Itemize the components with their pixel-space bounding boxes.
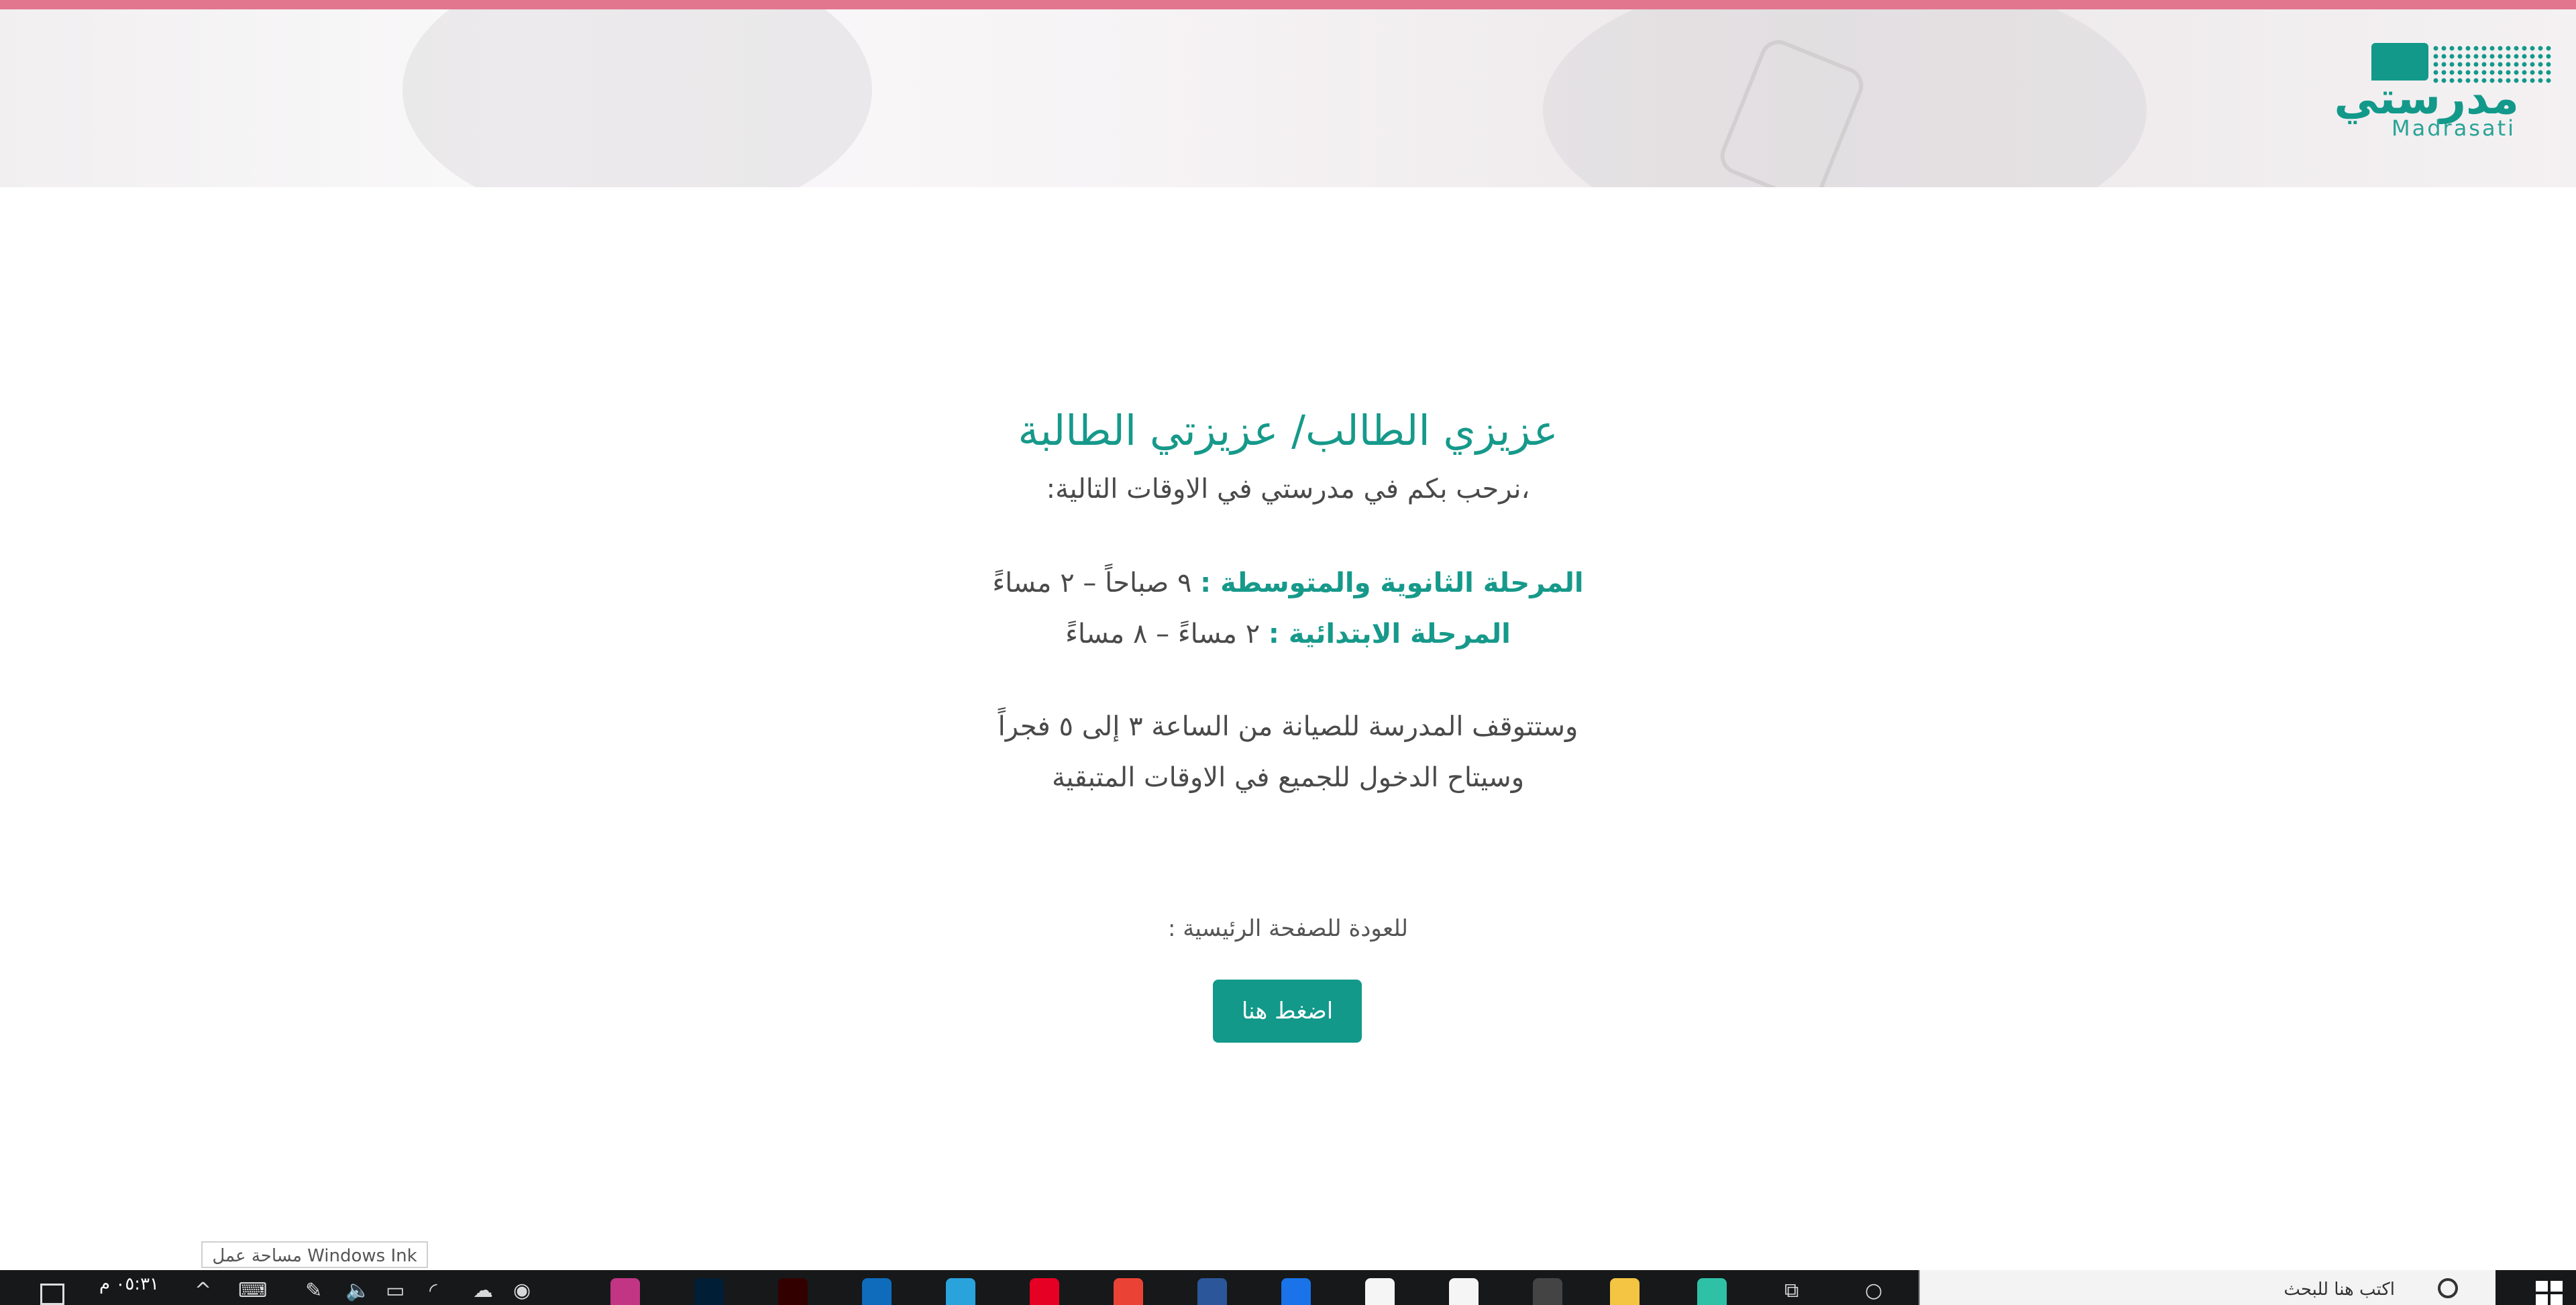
illustrator-icon[interactable] xyxy=(778,1278,808,1305)
network-icon[interactable]: ◜ xyxy=(429,1277,437,1305)
access-notice: وسيتاح الدخول للجميع في الاوقات المتبقية xyxy=(1051,762,1525,793)
schedule-primary-label: المرحلة الابتدائية : xyxy=(1268,619,1511,649)
schedule-secondary-label: المرحلة الثانوية والمتوسطة : xyxy=(1200,568,1584,598)
security-icon[interactable]: ◉ xyxy=(513,1277,531,1305)
click-here-button[interactable]: اضغط هنا xyxy=(1213,980,1362,1043)
battery-icon[interactable]: ▭ xyxy=(386,1277,405,1305)
cloud-icon[interactable]: ☁ xyxy=(473,1277,493,1305)
volume-icon[interactable]: 🔈 xyxy=(345,1277,370,1305)
schedule-primary: المرحلة الابتدائية : ٢ مساءً – ٨ مساءً xyxy=(805,614,1771,654)
chrome-icon[interactable] xyxy=(1114,1278,1143,1305)
task-view-icon[interactable]: ⧉ xyxy=(1784,1277,1799,1305)
taskbar-search-box[interactable]: اكتب هنا للبحث xyxy=(1919,1270,2496,1305)
file-explorer-icon[interactable] xyxy=(1610,1278,1640,1305)
photoshop-icon[interactable] xyxy=(694,1278,724,1305)
pen-icon[interactable]: ✎ xyxy=(305,1277,322,1305)
header-background-shape xyxy=(402,9,872,187)
maintenance-notice: وستتوقف المدرسة للصيانة من الساعة ٣ إلى … xyxy=(998,711,1578,742)
page-title: عزيزي الطالب/ عزيزتي الطالبة xyxy=(1018,406,1558,455)
schedule-secondary-time: ٩ صباحاً – ٢ مساءً xyxy=(992,568,1201,598)
taskbar-clock[interactable]: ٠٥:٣١ م xyxy=(99,1274,159,1294)
keyboard-icon[interactable]: ⌨ xyxy=(238,1277,267,1305)
back-home-label: للعودة للصفحة الرئيسية : xyxy=(1168,915,1408,942)
site-header: مدرستي Madrasati xyxy=(0,9,2576,187)
windows-ink-tooltip: مساحة عمل Windows Ink xyxy=(201,1241,428,1268)
chevron-up-icon[interactable]: ^ xyxy=(195,1277,211,1305)
instagram-icon[interactable] xyxy=(610,1278,640,1305)
windows-taskbar: ٠٥:٣١ م ^ ⌨ ✎ 🔈 ▭ ◜ ☁ ◉ ⧉ ○ اكتب هنا للب… xyxy=(0,1270,2576,1305)
top-accent-bar xyxy=(0,0,2576,9)
word-icon[interactable] xyxy=(1197,1278,1227,1305)
logo-arabic-text: مدرستي xyxy=(2334,72,2519,124)
search-icon xyxy=(2438,1278,2458,1298)
notification-center-icon[interactable] xyxy=(40,1284,64,1305)
pinterest-icon[interactable] xyxy=(1030,1278,1059,1305)
search-placeholder: اكتب هنا للبحث xyxy=(2284,1280,2395,1300)
main-content: عزيزي الطالب/ عزيزتي الطالبة ،نرحب بكم ف… xyxy=(0,187,2576,1267)
welcome-text: ،نرحب بكم في مدرستي في الاوقات التالية: xyxy=(1046,474,1530,505)
cortana-icon[interactable]: ○ xyxy=(1865,1277,1882,1305)
telegram-icon[interactable] xyxy=(946,1278,975,1305)
edge-app-icon[interactable] xyxy=(862,1278,892,1305)
windows-start-icon[interactable] xyxy=(2536,1281,2563,1305)
madrasati-logo[interactable]: مدرستي Madrasati xyxy=(2334,36,2556,144)
schedule-primary-time: ٢ مساءً – ٨ مساءً xyxy=(1065,619,1269,649)
edge-icon[interactable] xyxy=(1697,1278,1727,1305)
schedule-secondary: المرحلة الثانوية والمتوسطة : ٩ صباحاً – … xyxy=(805,563,1771,603)
mail-icon[interactable] xyxy=(1281,1278,1311,1305)
amazon-icon[interactable] xyxy=(1533,1278,1562,1305)
store-icon[interactable] xyxy=(1449,1278,1479,1305)
dropbox-icon[interactable] xyxy=(1365,1278,1395,1305)
logo-english-text: Madrasati xyxy=(2392,115,2516,141)
